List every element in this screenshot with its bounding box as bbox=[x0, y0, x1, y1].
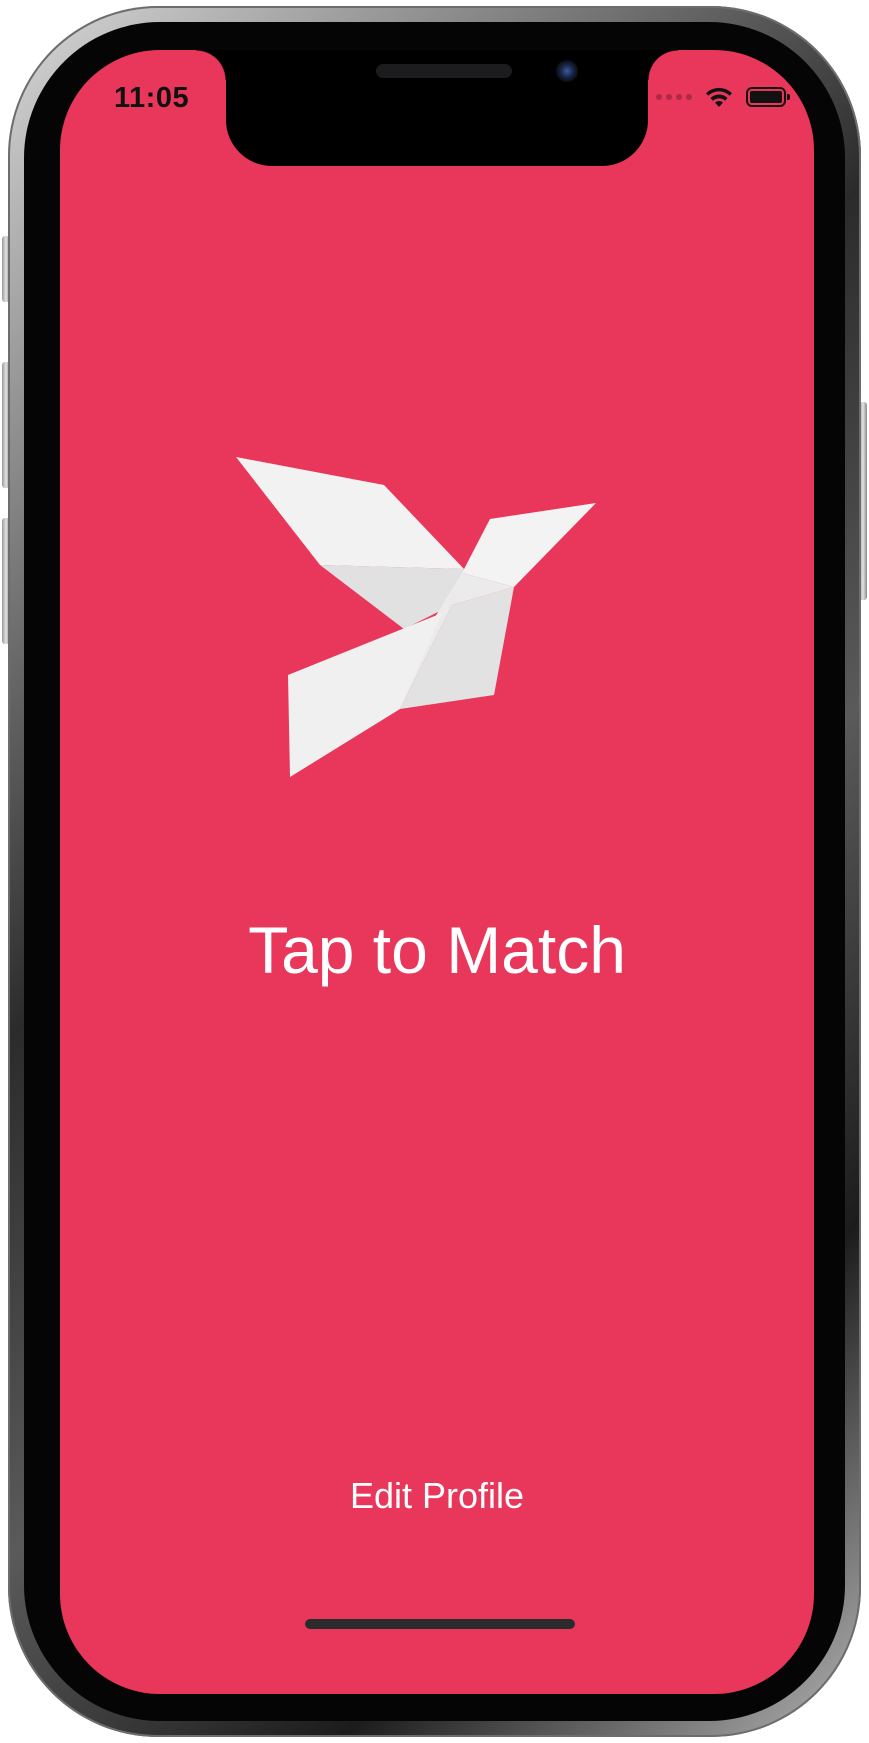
tap-to-match-button[interactable]: Tap to Match bbox=[60, 912, 814, 988]
wifi-icon bbox=[706, 87, 732, 107]
edit-profile-button[interactable]: Edit Profile bbox=[60, 1475, 814, 1517]
logo-head bbox=[462, 503, 596, 587]
signal-dots-icon bbox=[656, 94, 692, 100]
device-mockup: 11:05 Tap to Match Edit Profile bbox=[0, 0, 869, 1743]
status-time: 11:05 bbox=[114, 82, 190, 114]
app-screen: 11:05 Tap to Match Edit Profile bbox=[60, 50, 814, 1694]
status-bar-icons bbox=[656, 86, 790, 108]
bird-logo-icon bbox=[236, 457, 596, 777]
logo-back-wing bbox=[236, 457, 464, 569]
battery-icon bbox=[746, 87, 790, 107]
home-indicator[interactable] bbox=[305, 1619, 575, 1629]
earpiece-speaker bbox=[376, 64, 512, 78]
front-camera-icon bbox=[556, 60, 578, 82]
notch bbox=[196, 50, 678, 166]
